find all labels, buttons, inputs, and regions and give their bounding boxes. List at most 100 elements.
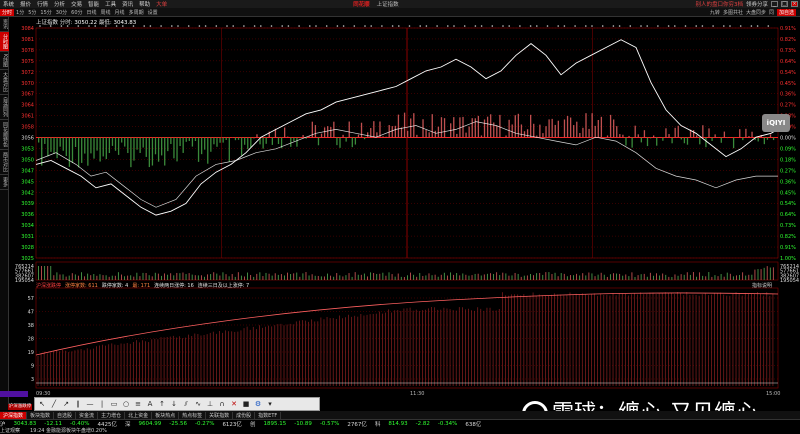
event-dot [557,25,559,27]
breadth-bar [576,122,577,138]
volume-bar [149,275,150,280]
tab-related-index[interactable]: 关联指数 [206,412,233,419]
breadth-bar [490,114,491,137]
arrow-down-icon[interactable]: ↓ [169,399,179,409]
magnet-icon[interactable]: ∩ [217,399,227,409]
breadth-bar [50,138,51,152]
breadth-bar [429,132,430,137]
indicator-help-link[interactable]: 指标说明 [752,282,772,289]
indicator-name[interactable]: 沪深涨跌停 [36,282,61,289]
tab-constituents[interactable]: 成份股 [233,412,255,419]
volume-bar [693,272,694,280]
event-dot [392,25,394,27]
time-label-noon: 11:30 [410,391,424,397]
event-dot [226,25,228,27]
fibonacci-tool-icon[interactable]: ≡ [133,399,143,409]
breadth-bar [721,138,722,143]
event-dot [685,25,687,27]
volume-bar [189,273,190,280]
news-item[interactable]: 19:24 金融能源板块午盘增0.20% [30,427,107,434]
tab-index-etf[interactable]: 指数ETF [255,412,281,419]
news-label[interactable]: 上证观察 [0,427,20,434]
channel-tool-icon[interactable]: ⫽ [181,399,191,409]
tab-northbound[interactable]: 北上资金 [125,412,152,419]
vertical-line-icon[interactable]: | [97,399,107,409]
color-picker-icon[interactable]: ■ [241,399,251,409]
breadth-bar [650,138,651,139]
breadth-bar [610,115,611,138]
volume-bar [675,274,676,280]
pointer-icon[interactable]: ↖ [37,399,47,409]
price-tick-label: 3050 [21,157,34,163]
breadth-bar [681,138,682,140]
volume-bar [133,277,134,280]
sz-price[interactable]: 9604.99 [138,421,161,427]
volume-bar [176,273,177,280]
volume-bar [238,272,239,280]
volume-bar [401,277,402,280]
text-tool-icon[interactable]: A [145,399,155,409]
tab-hot-tags[interactable]: 热点标签 [179,412,206,419]
kc-price[interactable]: 814.93 [388,421,407,427]
price-tick-label: 3047 [21,168,34,174]
volume-bar [376,274,377,280]
price-tick-label: 3045 [21,179,34,185]
breadth-bar [361,123,362,138]
breadth-bar [684,138,685,144]
volume-bar [570,275,571,280]
ray-tool-icon[interactable]: ↗ [61,399,71,409]
indicator-tab-label[interactable]: 沪深涨跌停 [8,404,32,410]
volume-bar [561,273,562,280]
volume-bar [223,272,224,280]
rectangle-tool-icon[interactable]: ▭ [109,399,119,409]
line-tool-icon[interactable]: ╱ [49,399,59,409]
volume-bar [207,274,208,280]
delete-icon[interactable]: ✕ [229,399,239,409]
breadth-bar [327,126,328,137]
ruler-tool-icon[interactable]: ⊥ [205,399,215,409]
volume-bar [398,274,399,280]
volume-bar [668,277,669,280]
kc-change: -2.82 [416,421,430,427]
volume-bar [536,273,537,280]
tab-capital-flow[interactable]: 资金流 [76,412,98,419]
volume-bar [751,275,752,280]
cy-price[interactable]: 1895.15 [263,421,286,427]
pct-tick-label: 1.00% [780,256,796,262]
tab-watchlist[interactable]: 自选股 [54,412,76,419]
breadth-bar [272,138,273,145]
breadth-bar [425,130,426,138]
horizontal-line-icon[interactable]: — [85,399,95,409]
breadth-bar [499,115,500,138]
breadth-bar [515,115,516,137]
breadth-bar [293,138,294,142]
volume-bar [508,276,509,280]
price-tick-label: 3067 [21,92,34,98]
breadth-bar [355,138,356,145]
event-dot [188,25,190,27]
volume-bar [392,274,393,280]
dropdown-icon[interactable]: ▾ [265,399,275,409]
intraday-chart[interactable]: 30840.91%30810.82%30780.73%30750.64%3072… [0,0,800,433]
pct-tick-label: 0.54% [780,201,796,207]
volume-bar [204,277,205,280]
breadth-bar [223,138,224,143]
parallel-tool-icon[interactable]: ∥ [73,399,83,409]
breadth-bar [687,138,688,145]
settings-gear-icon[interactable]: ⚙ [253,399,263,409]
tab-sh-sz-index[interactable]: 沪深指数 [0,412,27,419]
tab-sector-index[interactable]: 板块指数 [27,412,54,419]
volume-bar [450,272,451,280]
breadth-bar [708,128,709,137]
pct-tick-label: 0.36% [780,179,796,185]
tab-main-increase[interactable]: 主力增仓 [98,412,125,419]
arrow-up-icon[interactable]: ↑ [157,399,167,409]
tab-sector-hot[interactable]: 板块热点 [152,412,179,419]
price-tick-label: 3031 [21,234,34,240]
circle-tool-icon[interactable]: ○ [121,399,131,409]
price-tick-label: 3061 [21,114,34,120]
volume-bar [515,273,516,280]
wave-tool-icon[interactable]: ∿ [193,399,203,409]
volume-bar [81,272,82,280]
volume-bar [96,276,97,280]
